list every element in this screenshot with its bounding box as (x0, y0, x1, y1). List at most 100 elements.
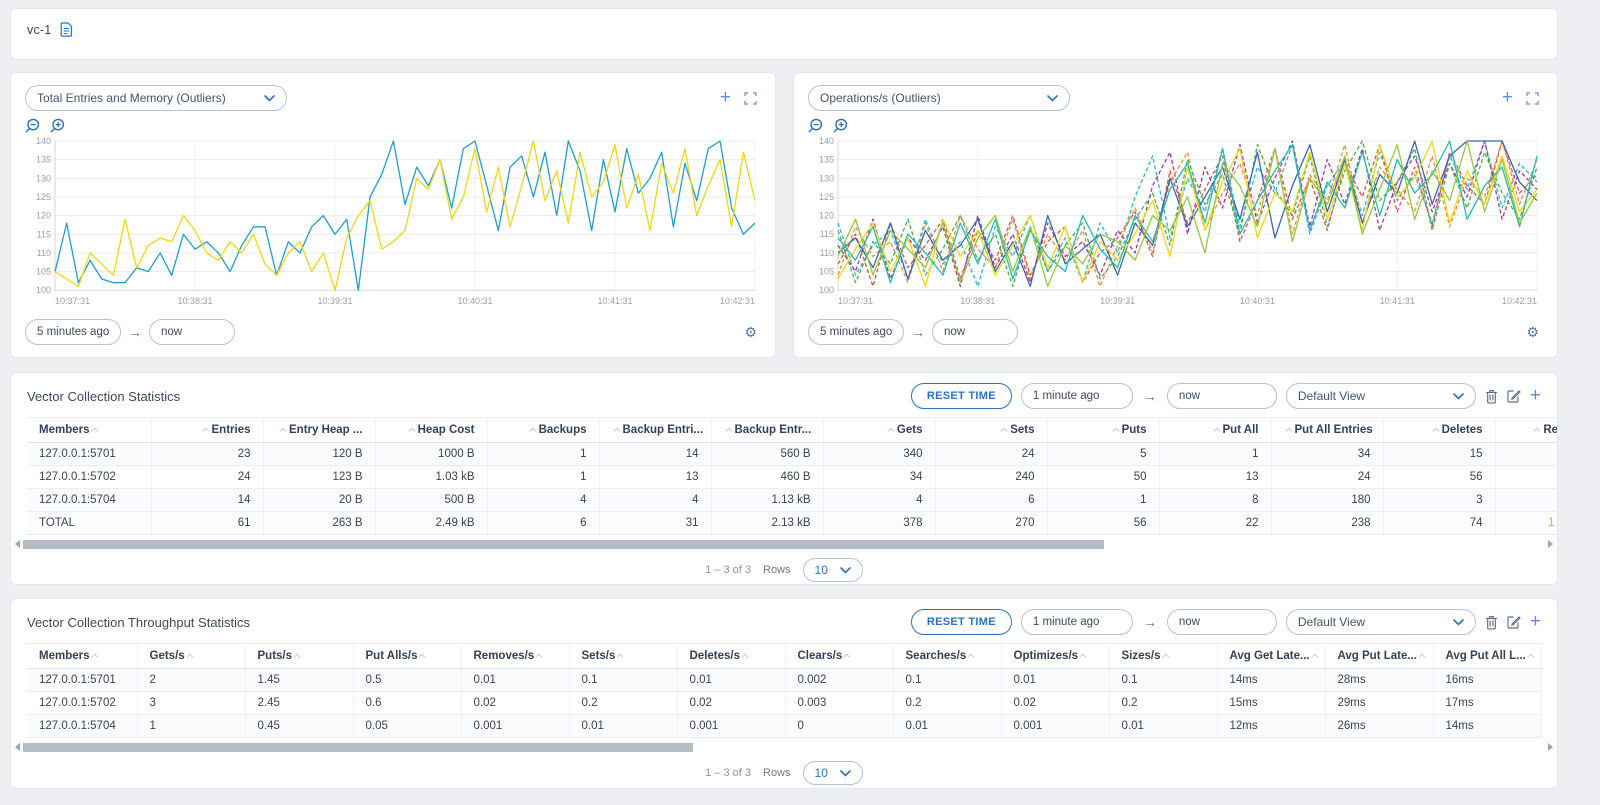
page-title: vc-1 (27, 22, 51, 37)
add-view-icon[interactable]: + (1530, 389, 1541, 403)
column-header-clears-s[interactable]: Clears/s (785, 644, 893, 669)
column-header-backup-entri[interactable]: Backup Entri... (599, 418, 711, 443)
zoom-out-icon[interactable] (25, 118, 40, 133)
expand-icon[interactable] (744, 92, 757, 105)
cell: 26ms (1325, 715, 1433, 738)
scrollbar-thumb[interactable] (23, 540, 1104, 549)
cell: 3 (137, 692, 245, 715)
cell: 13 (1159, 466, 1271, 489)
cell: 1000 B (375, 443, 487, 466)
page-header: vc-1 (10, 8, 1558, 60)
column-header-optimizes-s[interactable]: Optimizes/s (1001, 644, 1109, 669)
time-to-input[interactable] (932, 319, 1018, 345)
column-header-backup-entr[interactable]: Backup Entr... (711, 418, 823, 443)
gear-icon[interactable]: ⚙ (744, 324, 761, 341)
cell: 0.002 (785, 669, 893, 692)
reset-time-button[interactable]: RESET TIME (911, 383, 1012, 409)
column-header-put-all[interactable]: Put All (1159, 418, 1271, 443)
column-header-sets-s[interactable]: Sets/s (569, 644, 677, 669)
table-row: 127.0.0.1:570123120 B1000 B114560 B34024… (27, 443, 1557, 466)
sort-caret-icon (408, 428, 415, 435)
table-scroll-area: MembersGets/sPuts/sPut Alls/sRemoves/sSe… (11, 643, 1557, 738)
x-tick-label: 10:39:31 (1100, 296, 1135, 306)
column-header-entries[interactable]: Entries (151, 418, 263, 443)
table-time-from-input[interactable] (1021, 383, 1133, 409)
column-header-searches-s[interactable]: Searches/s (893, 644, 1001, 669)
column-header-members[interactable]: Members (27, 418, 151, 443)
cell: 0 (785, 715, 893, 738)
page-size-selector[interactable]: 10 (803, 761, 863, 785)
column-header-heap-cost[interactable]: Heap Cost (375, 418, 487, 443)
y-tick-label: 120 (36, 211, 51, 221)
column-header-avg-put-all-l[interactable]: Avg Put All L... (1433, 644, 1541, 669)
column-header-gets-s[interactable]: Gets/s (137, 644, 245, 669)
delete-view-button[interactable] (1485, 389, 1498, 404)
metric-selector[interactable]: Total Entries and Memory (Outliers) (25, 85, 287, 111)
column-header-puts[interactable]: Puts (1047, 418, 1159, 443)
time-to-input[interactable] (149, 319, 235, 345)
column-header-removes[interactable]: Removes (1495, 418, 1557, 443)
column-header-deletes-s[interactable]: Deletes/s (677, 644, 785, 669)
scroll-left-icon[interactable] (15, 743, 20, 751)
cell: 5 (1047, 443, 1159, 466)
scrollbar-track[interactable] (23, 540, 1545, 549)
delete-icon (1485, 615, 1498, 630)
cell: 4 (487, 489, 599, 512)
table-time-to-input[interactable] (1167, 383, 1277, 409)
zoom-in-icon[interactable] (833, 118, 848, 133)
chevron-down-icon (1047, 95, 1058, 102)
line-chart: 10010511011512012513013514010:37:3110:38… (25, 136, 761, 315)
scrollbar-track[interactable] (23, 743, 1545, 752)
metric-selector[interactable]: Operations/s (Outliers) (808, 85, 1070, 111)
zoom-controls (25, 118, 761, 133)
cell: 120 B (263, 443, 375, 466)
cell: 1.03 kB (375, 466, 487, 489)
scroll-right-icon[interactable] (1548, 743, 1553, 751)
edit-view-button[interactable] (1507, 615, 1521, 629)
column-header-put-all-entries[interactable]: Put All Entries (1271, 418, 1383, 443)
scroll-left-icon[interactable] (15, 540, 20, 548)
column-header-avg-put-late[interactable]: Avg Put Late... (1325, 644, 1433, 669)
page-size-selector[interactable]: 10 (803, 558, 863, 582)
cell: 12ms (1217, 715, 1325, 738)
column-header-removes-s[interactable]: Removes/s (461, 644, 569, 669)
chart-time-controls: →⚙ (25, 319, 761, 345)
cell: 0.6 (353, 692, 461, 715)
table-time-to-input[interactable] (1167, 609, 1277, 635)
column-header-puts-s[interactable]: Puts/s (245, 644, 353, 669)
add-chart-icon[interactable]: + (1502, 91, 1513, 105)
column-header-sets[interactable]: Sets (935, 418, 1047, 443)
zoom-out-icon[interactable] (808, 118, 823, 133)
edit-view-button[interactable] (1507, 389, 1521, 403)
column-header-entry-heap[interactable]: Entry Heap ... (263, 418, 375, 443)
x-tick-label: 10:40:31 (457, 296, 492, 306)
table-header-row: MembersGets/sPuts/sPut Alls/sRemoves/sSe… (27, 644, 1541, 669)
cell: 127.0.0.1:5702 (27, 692, 137, 715)
scroll-right-icon[interactable] (1548, 540, 1553, 548)
gear-icon[interactable]: ⚙ (1526, 324, 1543, 341)
column-header-gets[interactable]: Gets (823, 418, 935, 443)
column-header-deletes[interactable]: Deletes (1383, 418, 1495, 443)
table-total-row: TOTAL61263 B2.49 kB6312.13 kB37827056222… (27, 512, 1557, 535)
time-from-input[interactable] (25, 319, 121, 345)
sort-caret-icon (529, 428, 536, 435)
scrollbar-thumb[interactable] (23, 743, 693, 752)
document-icon[interactable] (60, 22, 73, 42)
column-header-avg-get-late[interactable]: Avg Get Late... (1217, 644, 1325, 669)
column-header-backups[interactable]: Backups (487, 418, 599, 443)
view-selector[interactable]: Default View (1286, 383, 1476, 409)
view-selector[interactable]: Default View (1286, 609, 1476, 635)
cell: 24 (935, 443, 1047, 466)
column-header-members[interactable]: Members (27, 644, 137, 669)
add-chart-icon[interactable]: + (720, 91, 731, 105)
reset-time-button[interactable]: RESET TIME (911, 609, 1012, 635)
column-header-put-alls-s[interactable]: Put Alls/s (353, 644, 461, 669)
zoom-in-icon[interactable] (50, 118, 65, 133)
time-from-input[interactable] (808, 319, 904, 345)
column-header-sizes-s[interactable]: Sizes/s (1109, 644, 1217, 669)
delete-view-button[interactable] (1485, 615, 1498, 630)
add-view-icon[interactable]: + (1530, 615, 1541, 629)
table-time-from-input[interactable] (1021, 609, 1133, 635)
expand-icon[interactable] (1526, 92, 1539, 105)
sort-caret-icon (1418, 654, 1425, 661)
